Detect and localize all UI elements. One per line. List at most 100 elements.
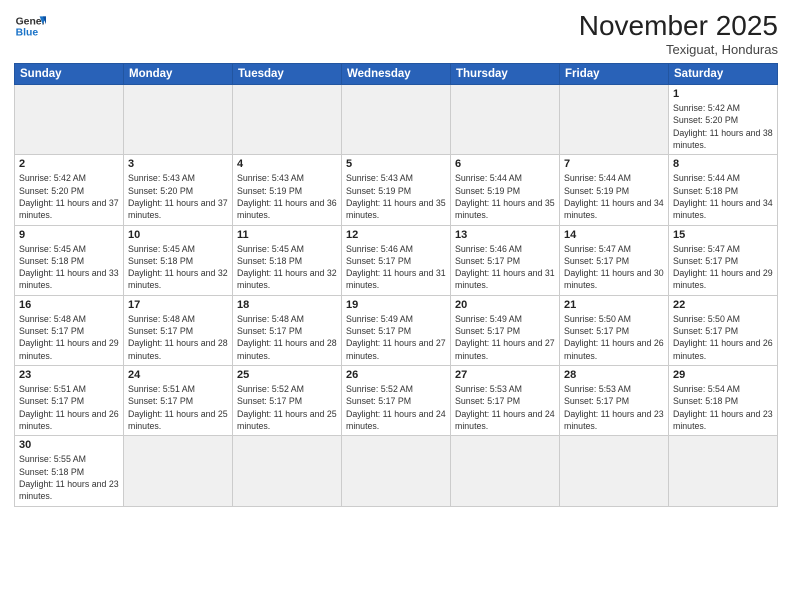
logo-icon: General Blue [14,10,46,42]
day-info: Sunrise: 5:48 AMSunset: 5:17 PMDaylight:… [237,313,337,362]
table-row [560,85,669,155]
table-row: 6 Sunrise: 5:44 AMSunset: 5:19 PMDaylight… [451,155,560,225]
table-row: 16 Sunrise: 5:48 AMSunset: 5:17 PMDayligh… [15,295,124,365]
table-row [669,436,778,506]
day-info: Sunrise: 5:43 AMSunset: 5:20 PMDaylight:… [128,172,228,221]
table-row [233,436,342,506]
table-row: 22 Sunrise: 5:50 AMSunset: 5:17 PMDayligh… [669,295,778,365]
table-row [451,85,560,155]
table-row [124,436,233,506]
day-info: Sunrise: 5:45 AMSunset: 5:18 PMDaylight:… [237,243,337,292]
day-number: 1 [673,88,773,100]
calendar-week-4: 23 Sunrise: 5:51 AMSunset: 5:17 PMDayligh… [15,366,778,436]
day-number: 29 [673,369,773,381]
day-number: 3 [128,158,228,170]
table-row: 4 Sunrise: 5:43 AMSunset: 5:19 PMDaylight… [233,155,342,225]
day-info: Sunrise: 5:42 AMSunset: 5:20 PMDaylight:… [19,172,119,221]
table-row [342,436,451,506]
table-row: 10 Sunrise: 5:45 AMSunset: 5:18 PMDayligh… [124,225,233,295]
header-saturday: Saturday [669,64,778,85]
day-number: 28 [564,369,664,381]
title-block: November 2025 Texiguat, Honduras [579,10,778,57]
day-number: 15 [673,229,773,241]
day-info: Sunrise: 5:52 AMSunset: 5:17 PMDaylight:… [346,383,446,432]
day-number: 22 [673,299,773,311]
day-number: 2 [19,158,119,170]
table-row: 26 Sunrise: 5:52 AMSunset: 5:17 PMDayligh… [342,366,451,436]
day-info: Sunrise: 5:52 AMSunset: 5:17 PMDaylight:… [237,383,337,432]
table-row [451,436,560,506]
table-row: 15Sunrise: 5:47 AMSunset: 5:17 PMDayligh… [669,225,778,295]
day-info: Sunrise: 5:44 AMSunset: 5:18 PMDaylight:… [673,172,773,221]
day-info: Sunrise: 5:53 AMSunset: 5:17 PMDaylight:… [455,383,555,432]
calendar: Sunday Monday Tuesday Wednesday Thursday… [14,63,778,507]
table-row: 30 Sunrise: 5:55 AMSunset: 5:18 PMDayligh… [15,436,124,506]
day-info: Sunrise: 5:48 AMSunset: 5:17 PMDaylight:… [19,313,119,362]
table-row: 24Sunrise: 5:51 AMSunset: 5:17 PMDayligh… [124,366,233,436]
table-row [15,85,124,155]
header-sunday: Sunday [15,64,124,85]
table-row: 27 Sunrise: 5:53 AMSunset: 5:17 PMDayligh… [451,366,560,436]
day-number: 5 [346,158,446,170]
table-row: 1 Sunrise: 5:42 AMSunset: 5:20 PMDaylight… [669,85,778,155]
table-row: 7 Sunrise: 5:44 AMSunset: 5:19 PMDaylight… [560,155,669,225]
day-number: 23 [19,369,119,381]
calendar-week-0: 1 Sunrise: 5:42 AMSunset: 5:20 PMDaylight… [15,85,778,155]
table-row: 8Sunrise: 5:44 AMSunset: 5:18 PMDaylight… [669,155,778,225]
day-info: Sunrise: 5:46 AMSunset: 5:17 PMDaylight:… [346,243,446,292]
table-row: 18Sunrise: 5:48 AMSunset: 5:17 PMDayligh… [233,295,342,365]
table-row: 28 Sunrise: 5:53 AMSunset: 5:17 PMDayligh… [560,366,669,436]
day-info: Sunrise: 5:54 AMSunset: 5:18 PMDaylight:… [673,383,773,432]
day-number: 12 [346,229,446,241]
day-number: 4 [237,158,337,170]
day-number: 6 [455,158,555,170]
table-row: 11 Sunrise: 5:45 AMSunset: 5:18 PMDayligh… [233,225,342,295]
calendar-week-3: 16 Sunrise: 5:48 AMSunset: 5:17 PMDayligh… [15,295,778,365]
day-info: Sunrise: 5:44 AMSunset: 5:19 PMDaylight:… [564,172,664,221]
day-info: Sunrise: 5:45 AMSunset: 5:18 PMDaylight:… [128,243,228,292]
day-info: Sunrise: 5:43 AMSunset: 5:19 PMDaylight:… [237,172,337,221]
day-number: 10 [128,229,228,241]
table-row: 9Sunrise: 5:45 AMSunset: 5:18 PMDaylight… [15,225,124,295]
header-monday: Monday [124,64,233,85]
calendar-week-1: 2 Sunrise: 5:42 AMSunset: 5:20 PMDaylight… [15,155,778,225]
day-info: Sunrise: 5:45 AMSunset: 5:18 PMDaylight:… [19,243,119,292]
header-friday: Friday [560,64,669,85]
day-number: 19 [346,299,446,311]
day-info: Sunrise: 5:51 AMSunset: 5:17 PMDaylight:… [19,383,119,432]
day-info: Sunrise: 5:49 AMSunset: 5:17 PMDaylight:… [346,313,446,362]
table-row: 14 Sunrise: 5:47 AMSunset: 5:17 PMDayligh… [560,225,669,295]
header-wednesday: Wednesday [342,64,451,85]
day-number: 26 [346,369,446,381]
day-number: 11 [237,229,337,241]
day-number: 14 [564,229,664,241]
table-row: 17 Sunrise: 5:48 AMSunset: 5:17 PMDayligh… [124,295,233,365]
table-row: 3 Sunrise: 5:43 AMSunset: 5:20 PMDaylight… [124,155,233,225]
day-number: 17 [128,299,228,311]
day-number: 21 [564,299,664,311]
day-info: Sunrise: 5:44 AMSunset: 5:19 PMDaylight:… [455,172,555,221]
month-title: November 2025 [579,10,778,42]
table-row [124,85,233,155]
location: Texiguat, Honduras [579,42,778,57]
day-number: 30 [19,439,119,451]
table-row [342,85,451,155]
day-info: Sunrise: 5:51 AMSunset: 5:17 PMDaylight:… [128,383,228,432]
day-info: Sunrise: 5:50 AMSunset: 5:17 PMDaylight:… [673,313,773,362]
table-row: 20Sunrise: 5:49 AMSunset: 5:17 PMDayligh… [451,295,560,365]
day-info: Sunrise: 5:55 AMSunset: 5:18 PMDaylight:… [19,453,119,502]
page: General Blue November 2025 Texiguat, Hon… [0,0,792,612]
day-info: Sunrise: 5:43 AMSunset: 5:19 PMDaylight:… [346,172,446,221]
table-row: 19 Sunrise: 5:49 AMSunset: 5:17 PMDayligh… [342,295,451,365]
day-number: 16 [19,299,119,311]
day-number: 27 [455,369,555,381]
day-info: Sunrise: 5:53 AMSunset: 5:17 PMDaylight:… [564,383,664,432]
day-info: Sunrise: 5:48 AMSunset: 5:17 PMDaylight:… [128,313,228,362]
table-row: 23 Sunrise: 5:51 AMSunset: 5:17 PMDayligh… [15,366,124,436]
day-info: Sunrise: 5:42 AMSunset: 5:20 PMDaylight:… [673,102,773,151]
svg-text:Blue: Blue [16,28,39,39]
day-info: Sunrise: 5:47 AMSunset: 5:17 PMDaylight:… [564,243,664,292]
table-row: 5 Sunrise: 5:43 AMSunset: 5:19 PMDaylight… [342,155,451,225]
day-number: 7 [564,158,664,170]
day-info: Sunrise: 5:50 AMSunset: 5:17 PMDaylight:… [564,313,664,362]
